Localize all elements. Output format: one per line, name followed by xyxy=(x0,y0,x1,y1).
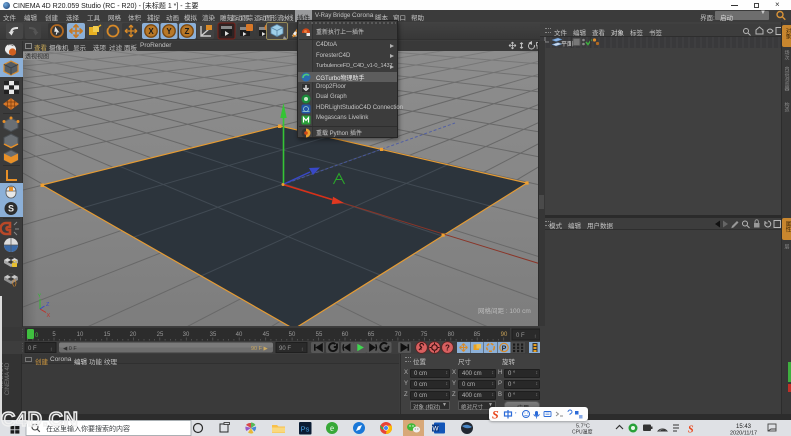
svg-text:65: 65 xyxy=(368,332,375,338)
svg-text:网格间距 : 100 cm: 网格间距 : 100 cm xyxy=(478,306,531,315)
svg-text:◀ 0 F: ◀ 0 F xyxy=(63,346,77,352)
svg-text:W: W xyxy=(432,426,439,433)
svg-text:70: 70 xyxy=(395,332,402,338)
svg-text:0 F: 0 F xyxy=(516,333,525,339)
svg-text:S: S xyxy=(492,408,499,422)
svg-text:S: S xyxy=(688,425,694,436)
svg-text:50: 50 xyxy=(289,332,296,338)
svg-text:X: X xyxy=(47,313,51,319)
svg-text:20: 20 xyxy=(130,332,137,338)
svg-text:55: 55 xyxy=(316,332,323,338)
svg-text:↕: ↕ xyxy=(534,334,537,340)
svg-text:e: e xyxy=(330,423,334,433)
svg-text:10: 10 xyxy=(77,332,84,338)
svg-text:90: 90 xyxy=(501,332,508,338)
svg-text:?: ? xyxy=(445,344,450,353)
svg-text:45: 45 xyxy=(263,332,270,338)
svg-text:80: 80 xyxy=(448,332,455,338)
svg-text:S: S xyxy=(8,204,14,214)
svg-text:↕: ↕ xyxy=(301,347,304,353)
svg-text:X: X xyxy=(148,27,154,36)
svg-text:90 F: 90 F xyxy=(279,346,291,352)
svg-text:85: 85 xyxy=(474,332,481,338)
svg-text:90 F ▶: 90 F ▶ xyxy=(251,346,269,352)
svg-text:CPU温度: CPU温度 xyxy=(572,429,593,436)
svg-text:Y: Y xyxy=(38,294,42,300)
svg-text:35: 35 xyxy=(210,332,217,338)
svg-text:Y: Y xyxy=(166,27,172,36)
svg-text:2020/11/17: 2020/11/17 xyxy=(730,431,757,436)
svg-text:’: ’ xyxy=(515,412,517,419)
svg-text:透视视图: 透视视图 xyxy=(25,53,49,61)
svg-text:60: 60 xyxy=(342,332,349,338)
svg-text:40: 40 xyxy=(236,332,243,338)
svg-text:Ps: Ps xyxy=(301,425,310,434)
svg-text:15:43: 15:43 xyxy=(736,424,752,430)
svg-text:P: P xyxy=(502,346,507,353)
svg-text:Z: Z xyxy=(185,27,190,36)
svg-text:15: 15 xyxy=(104,332,111,338)
svg-text:25: 25 xyxy=(157,332,164,338)
svg-text:30: 30 xyxy=(183,332,190,338)
svg-text:(): () xyxy=(12,280,17,287)
svg-text:0 F: 0 F xyxy=(28,346,37,352)
svg-text:75: 75 xyxy=(421,332,428,338)
svg-text:↕: ↕ xyxy=(50,347,53,353)
